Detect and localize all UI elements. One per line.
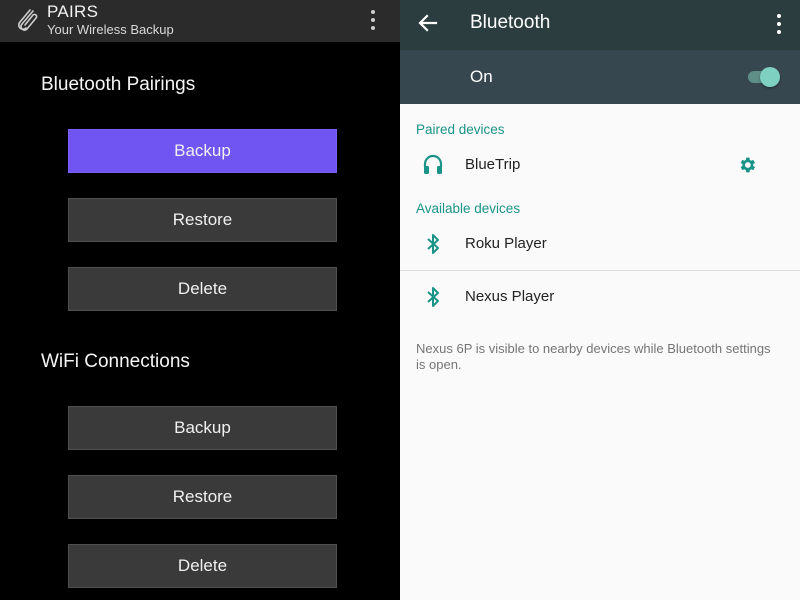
available-device-roku-player[interactable]: Roku Player: [400, 222, 800, 266]
pairs-app-screen: PAIRS Your Wireless Backup Bluetooth Pai…: [0, 0, 400, 600]
paperclip-icon: [17, 9, 38, 31]
bluetooth-restore-button[interactable]: Restore: [68, 198, 337, 242]
divider: [400, 270, 800, 271]
app-subtitle: Your Wireless Backup: [47, 22, 174, 37]
device-name: BlueTrip: [465, 156, 521, 173]
toggle-thumb: [760, 67, 780, 87]
more-vert-icon[interactable]: [366, 8, 380, 32]
bluetooth-backup-button[interactable]: Backup: [68, 129, 337, 173]
section-title-bluetooth-pairings: Bluetooth Pairings: [41, 74, 196, 95]
settings-toolbar: Bluetooth: [400, 0, 800, 50]
visibility-note: Nexus 6P is visible to nearby devices wh…: [416, 341, 771, 372]
available-devices-header: Available devices: [416, 201, 521, 216]
bluetooth-icon: [427, 234, 439, 254]
bluetooth-master-switch-bar[interactable]: On: [400, 50, 800, 104]
more-vert-icon[interactable]: [772, 12, 786, 36]
section-title-wifi-connections: WiFi Connections: [41, 351, 190, 372]
arrow-back-icon[interactable]: [416, 11, 440, 35]
paired-device-bluetrip[interactable]: BlueTrip: [400, 143, 800, 187]
wifi-restore-button[interactable]: Restore: [68, 475, 337, 519]
wifi-delete-button[interactable]: Delete: [68, 544, 337, 588]
gear-icon[interactable]: [737, 155, 757, 175]
available-device-nexus-player[interactable]: Nexus Player: [400, 275, 800, 319]
device-name: Nexus Player: [465, 288, 555, 305]
bluetooth-icon: [427, 287, 439, 307]
device-name: Roku Player: [465, 235, 547, 252]
bluetooth-toggle[interactable]: [746, 64, 782, 90]
bluetooth-settings-screen: Bluetooth On Paired devices BlueTrip Ava…: [400, 0, 800, 600]
app-title: PAIRS: [47, 2, 99, 21]
bluetooth-delete-button[interactable]: Delete: [68, 267, 337, 311]
paired-devices-header: Paired devices: [416, 122, 505, 137]
headset-icon: [423, 154, 443, 174]
app-bar: PAIRS Your Wireless Backup: [0, 0, 400, 42]
page-title: Bluetooth: [470, 12, 551, 33]
master-switch-label: On: [470, 67, 493, 86]
wifi-backup-button[interactable]: Backup: [68, 406, 337, 450]
